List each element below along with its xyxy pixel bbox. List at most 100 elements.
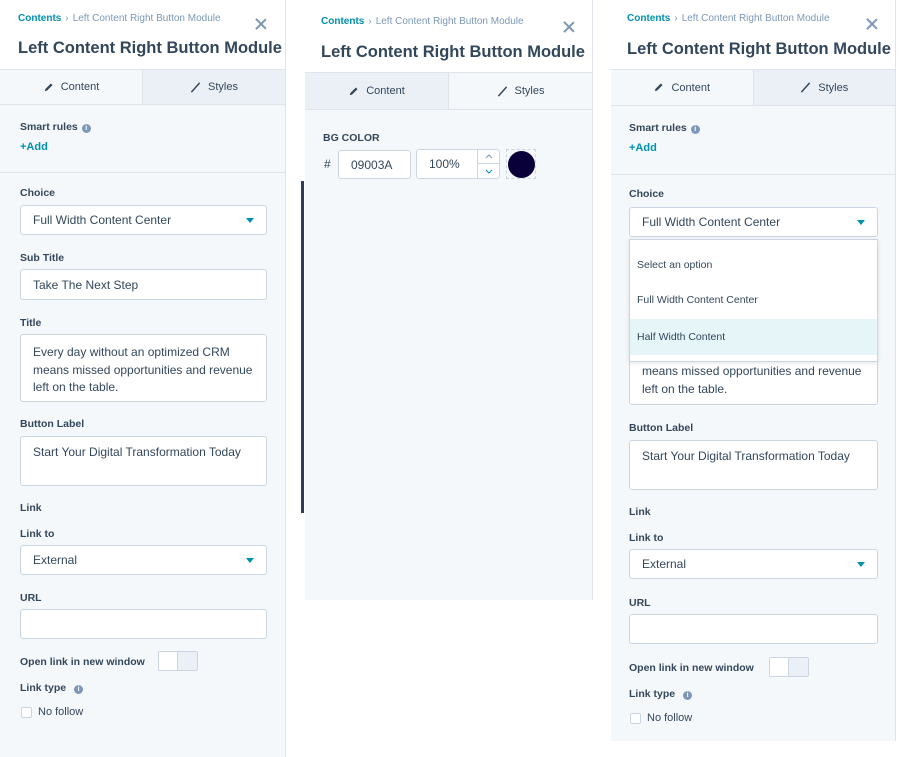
link-to-select-value: External [33,553,78,567]
opacity-input[interactable]: 100% [416,149,500,179]
link-section-label: Link [629,506,651,518]
choice-select-value: Full Width Content Center [33,213,172,227]
bg-color-label: BG COLOR [323,132,380,144]
panel-content-right: Contents › Left Content Right Button Modul… [611,0,896,741]
open-new-window-label: Open link in new window [629,662,754,674]
choice-select[interactable]: Full Width Content Center [629,207,878,237]
close-icon[interactable] [563,21,575,33]
chevron-down-icon [246,558,254,563]
page-title: Left Content Right Button Module [18,39,282,57]
color-swatch-dot [507,150,535,178]
panel-header: Contents › Left Content Right Button Modul… [305,0,592,73]
button-label-textarea[interactable]: Start Your Digital Transformation Today [629,440,878,490]
tab-bar: Content Styles [0,70,285,105]
dropdown-option-highlighted[interactable]: Half Width Content [630,319,877,355]
info-icon: i [690,125,700,134]
open-new-window-toggle[interactable] [769,657,809,677]
no-follow-label: No follow [38,706,84,718]
choice-label: Choice [20,187,56,199]
brush-icon [801,82,811,93]
sub-title-label: Sub Title [20,252,65,264]
close-icon[interactable] [255,18,267,30]
link-to-label: Link to [20,528,55,540]
open-new-window-toggle[interactable] [158,651,198,671]
choice-label: Choice [629,188,665,200]
breadcrumb-root-link[interactable]: Contents [627,13,670,24]
tab-styles-label: Styles [818,81,849,94]
url-input[interactable] [629,614,878,644]
tab-styles-label: Styles [208,81,238,93]
url-label: URL [629,597,651,609]
toggle-knob [770,658,789,676]
tab-content-label: Content [366,85,405,97]
info-icon: i [74,685,84,694]
info-icon: i [81,124,91,133]
dropdown-option[interactable]: Full Width Content Center [630,283,877,316]
breadcrumb: Contents › Left Content Right Button Modul… [321,16,524,27]
opacity-stepper[interactable] [477,150,499,178]
tab-styles[interactable]: Styles [142,70,285,104]
pencil-icon [655,83,664,92]
hash-symbol: # [324,157,331,171]
breadcrumb: Contents › Left Content Right Button Modul… [18,13,221,24]
chevron-down-icon [857,220,865,225]
link-to-select[interactable]: External [629,549,878,579]
url-label: URL [20,592,42,604]
add-smart-rule-button[interactable]: +Add [629,142,657,154]
button-label-label: Button Label [20,418,85,430]
button-label-label: Button Label [629,422,694,434]
toggle-knob [159,652,178,670]
page-title: Left Content Right Button Module [627,40,891,58]
stepper-up-icon[interactable] [478,150,499,164]
stepper-down-icon[interactable] [478,164,499,178]
button-label-textarea[interactable]: Start Your Digital Transformation Today [20,436,267,486]
close-icon[interactable] [866,18,878,30]
tab-content[interactable]: Content [305,73,448,109]
no-follow-checkbox[interactable] [630,713,641,724]
breadcrumb: Contents › Left Content Right Button Modul… [627,13,830,24]
hex-color-input[interactable]: 09003A [338,150,411,179]
breadcrumb-root-link[interactable]: Contents [321,16,364,27]
add-smart-rule-button[interactable]: +Add [20,141,48,153]
info-icon: i [683,691,693,700]
choice-select[interactable]: Full Width Content Center [20,205,267,235]
tab-bar: Content Styles [611,70,895,106]
tab-content[interactable]: Content [611,70,753,105]
page-title: Left Content Right Button Module [321,43,585,61]
panel-header: Contents › Left Content Right Button Modul… [611,0,895,70]
tab-styles-label: Styles [514,85,545,97]
color-swatch[interactable] [506,149,536,179]
breadcrumb-current: Left Content Right Button Module [375,16,524,27]
opacity-value: 100% [429,157,460,171]
link-to-select-value: External [642,557,687,571]
divider [0,172,285,173]
breadcrumb-current: Left Content Right Button Module [72,13,221,24]
no-follow-label: No follow [647,712,693,724]
open-new-window-label: Open link in new window [20,656,145,668]
brush-icon [190,81,201,93]
title-textarea[interactable]: Every day without an optimized CRM means… [20,334,267,402]
dropdown-option[interactable]: Select an option [630,248,877,281]
chevron-down-icon [246,218,254,223]
link-to-select[interactable]: External [20,545,267,575]
tab-content-label: Content [671,81,711,94]
panel-styles-middle: Contents › Left Content Right Button Modul… [305,0,593,600]
tab-content[interactable]: Content [0,70,142,104]
tab-styles[interactable]: Styles [752,70,895,105]
scroll-divider-bar [301,181,304,513]
smart-rules-label: Smart rules i [20,121,91,133]
pencil-icon [44,82,53,91]
panel-header: Contents › Left Content Right Button Modul… [0,0,285,70]
tab-bar: Content Styles [305,73,592,110]
no-follow-checkbox[interactable] [21,707,32,718]
pencil-icon [350,86,358,95]
chevron-down-icon [857,562,865,567]
url-input[interactable] [20,609,267,639]
tab-styles[interactable]: Styles [448,73,592,109]
link-section-label: Link [20,502,42,514]
choice-dropdown-menu: Select an option Full Width Content Cent… [629,239,878,362]
sub-title-input[interactable]: Take The Next Step [20,269,267,300]
link-type-label: Link type i [629,688,693,700]
breadcrumb-root-link[interactable]: Contents [18,13,61,24]
breadcrumb-separator-icon: › [65,13,69,24]
